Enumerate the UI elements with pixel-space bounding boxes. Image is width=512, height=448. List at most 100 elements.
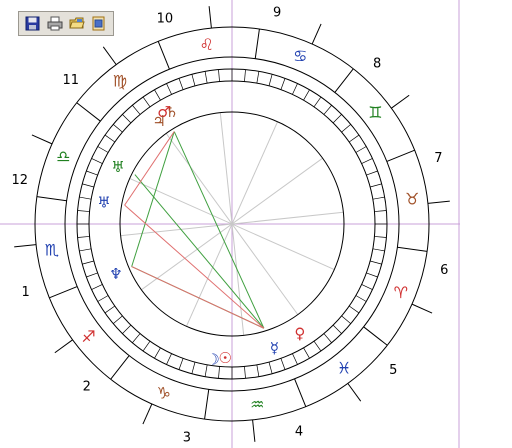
degree-tick [132,105,141,115]
house-number-12: 12 [11,173,28,188]
house-cusp-tick [311,23,322,45]
planet-mercury-icon: ☿ [270,339,279,357]
degree-tick [256,364,260,377]
degree-tick [77,210,90,212]
house-number-4: 4 [295,424,303,439]
degree-tick [86,272,98,278]
planet-sun-icon: ☉ [218,349,231,367]
wheel-group: 123 456789101112♐♑♒♓♈♉♊♋♌♍♎♏♄♂♃♅♅♆♀☿☽☉ [11,6,450,445]
degree-tick [204,71,208,84]
degree-tick [372,196,385,200]
degree-tick [122,114,132,124]
degree-tick [191,362,196,374]
sign-pisces-icon: ♓ [337,358,351,377]
degree-tick [91,284,103,290]
degree-tick [113,315,123,324]
sign-libra-icon: ♎ [56,147,70,166]
degree-tick [355,295,367,302]
sign-scorpio-icon: ♏ [45,240,59,259]
degree-tick [154,89,161,101]
degree-tick [374,210,387,212]
planet-jupiter-icon: ♃ [152,112,165,130]
aspect-line [131,266,265,329]
degree-tick [166,83,172,95]
house-cusp-tick [347,383,362,402]
sign-boundary-line [204,389,210,420]
degree-tick [191,74,196,86]
sign-boundary-line [76,102,101,122]
planet-neptune-icon: ♆ [109,265,122,283]
degree-tick [104,305,116,314]
degree-tick [355,146,367,153]
sign-boundary-line [386,149,415,162]
degree-tick [154,347,161,359]
sign-taurus-icon: ♉ [405,190,419,209]
sign-boundary-line [36,196,67,202]
sign-boundary-line [363,326,388,346]
house-number-3: 3 [183,430,191,445]
degree-tick [280,358,286,370]
degree-tick [82,183,94,188]
aspect-line [131,131,175,267]
sign-cancer-icon: ♋ [293,46,307,65]
house-cusp-tick [14,244,37,248]
sign-boundary-line [334,68,354,93]
degree-tick [122,324,132,334]
degree-tick [82,260,94,265]
planet-uranus-icon: ♅ [111,158,124,176]
sign-boundary-line [397,246,428,252]
degree-tick [142,96,151,108]
degree-tick [370,183,382,188]
sign-aquarius-icon: ♒ [250,395,264,414]
degree-tick [323,105,332,115]
sign-boundary-line [110,355,130,380]
degree-tick [97,295,109,302]
degree-tick [280,78,286,90]
degree-tick [97,146,109,153]
degree-tick [218,69,220,82]
degree-tick [292,83,298,95]
degree-tick [374,236,387,238]
aspect-line [124,131,175,206]
planet-venus-icon: ♀ [294,325,305,343]
aspect-line [173,131,265,329]
degree-tick [348,305,360,314]
degree-tick [268,74,273,86]
planet-uranus-alt-icon: ♅ [97,193,110,211]
house-number-11: 11 [62,73,79,88]
house-cusp-tick [208,6,212,29]
degree-tick [132,333,141,343]
house-number-7: 7 [434,151,442,166]
house-cusp-tick [411,303,433,314]
degree-tick [79,196,92,200]
house-cusp-tick [54,339,73,354]
sign-virgo-icon: ♍ [113,72,127,91]
sign-boundary-line [49,286,78,299]
sign-gemini-icon: ♊ [368,103,382,122]
degree-tick [341,315,351,324]
degree-tick [256,71,260,84]
house-number-9: 9 [273,6,281,21]
degree-tick [303,89,310,101]
degree-tick [178,78,184,90]
degree-tick [341,124,351,133]
degree-tick [313,96,322,108]
sign-capricorn-icon: ♑ [157,384,171,403]
degree-tick [77,236,90,238]
degree-tick [268,362,273,374]
degree-tick [370,260,382,265]
house-cusp-tick [102,46,117,65]
house-number-10: 10 [157,12,174,27]
degree-tick [244,366,246,379]
sign-sagittarius-icon: ♐ [81,327,95,346]
degree-tick [142,340,151,352]
astrology-chart-wheel: 123 456789101112♐♑♒♓♈♉♊♋♌♍♎♏♄♂♃♅♅♆♀☿☽☉ [0,0,460,448]
sign-leo-icon: ♌ [199,35,213,54]
degree-tick [361,158,373,164]
house-cusp-tick [427,200,450,204]
sign-boundary-line [157,41,170,70]
house-cusp-tick [391,94,410,109]
degree-tick [91,158,103,164]
degree-tick [79,248,92,252]
degree-tick [86,170,98,176]
